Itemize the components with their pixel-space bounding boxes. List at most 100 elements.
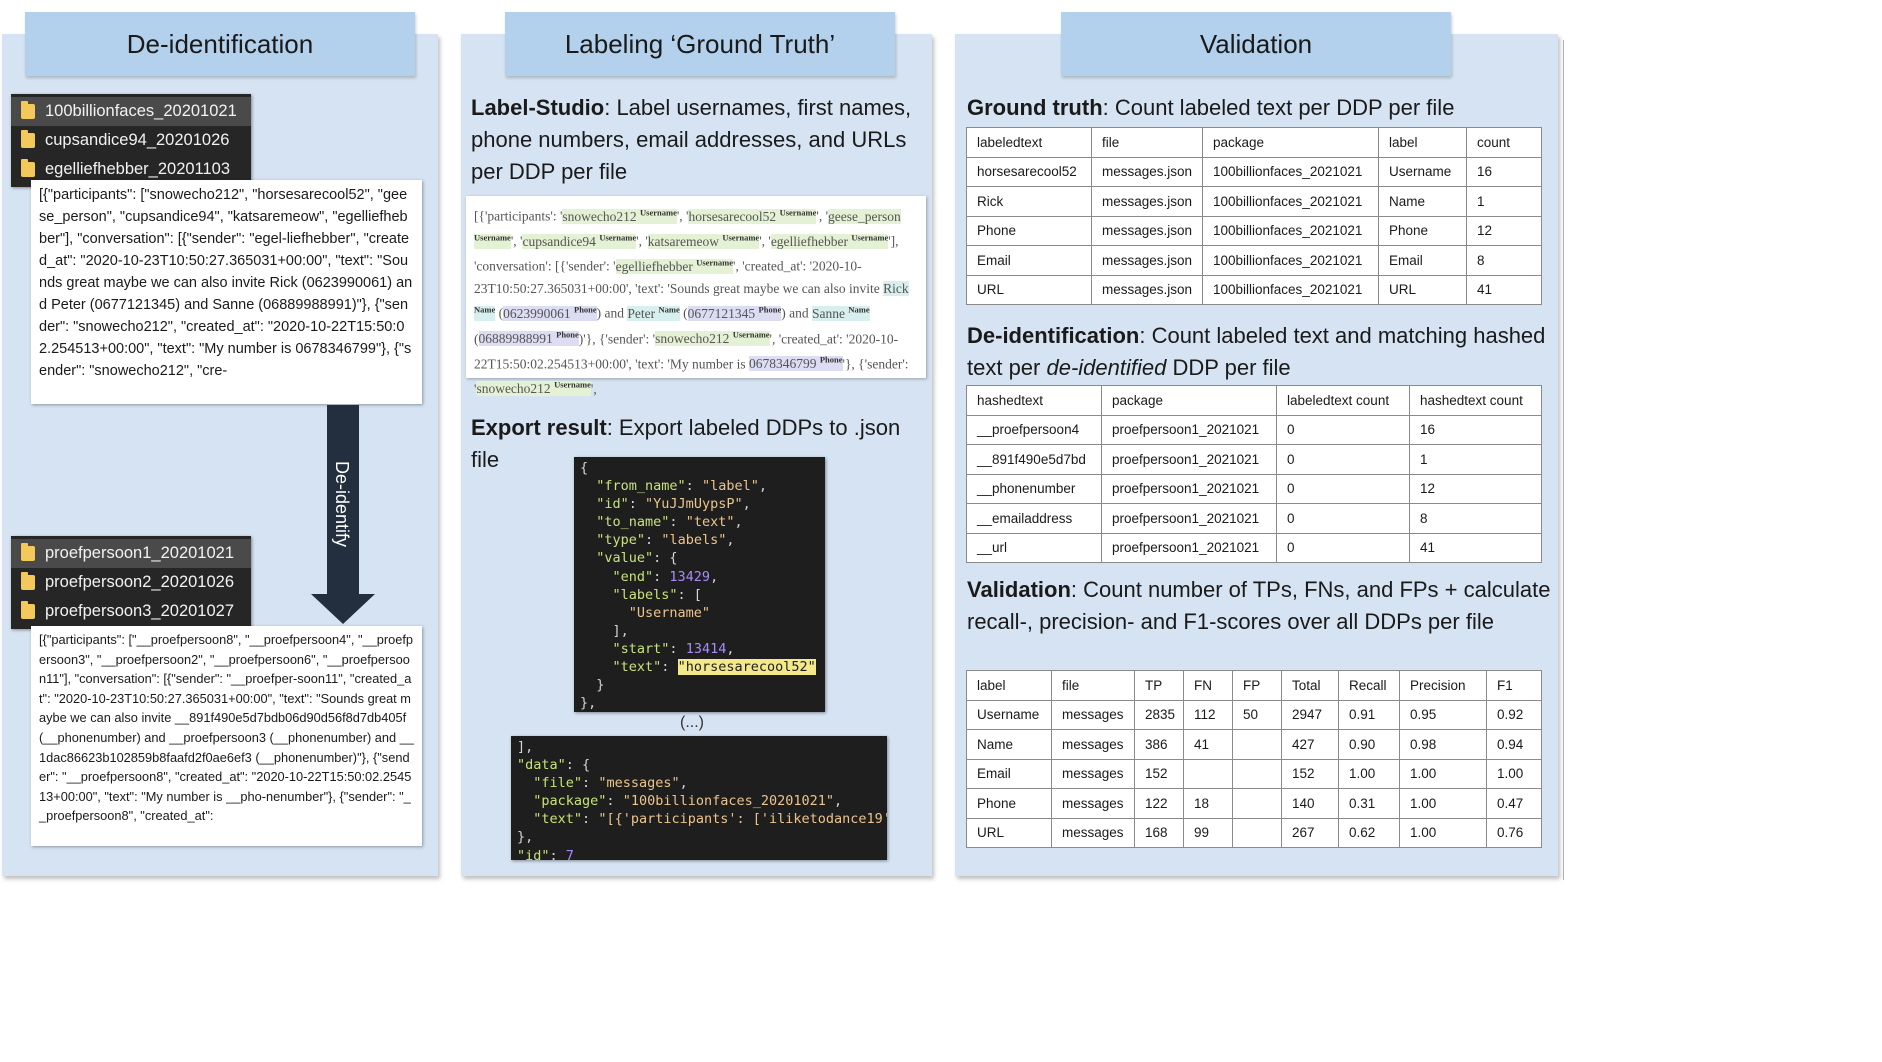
folder-item[interactable]: 100billionfaces_20201021 bbox=[11, 97, 251, 126]
table-cell: 100billionfaces_2021021 bbox=[1202, 186, 1379, 217]
table-cell: 0 bbox=[1276, 503, 1410, 534]
table-cell: 100billionfaces_2021021 bbox=[1202, 274, 1379, 305]
table-cell: Phone bbox=[1378, 215, 1467, 246]
table-cell: 99 bbox=[1183, 817, 1233, 848]
labeling-title: Labeling ‘Ground Truth’ bbox=[505, 12, 895, 76]
table-cell: 100billionfaces_2021021 bbox=[1202, 215, 1379, 246]
table-cell: messages.json bbox=[1091, 215, 1203, 246]
validation-heading: Validation bbox=[967, 577, 1071, 602]
folder-item[interactable]: cupsandice94_20201026 bbox=[11, 126, 251, 155]
table-header-cell: file bbox=[1091, 127, 1203, 158]
deidentification-title: De-identification bbox=[25, 12, 415, 76]
table-cell: 0 bbox=[1276, 414, 1410, 445]
table-cell: Username bbox=[966, 699, 1052, 730]
table-cell: __url bbox=[966, 532, 1102, 563]
table-row: __emailaddress proefpersoon1_2021021 0 8 bbox=[966, 503, 1542, 534]
folder-icon bbox=[21, 130, 35, 148]
folder-name: proefpersoon1_20201021 bbox=[45, 544, 235, 562]
deidentification-text-2: DDP per file bbox=[1166, 355, 1291, 380]
table-row: Username messages 2835 112 50 2947 0.91 0.95 0.9… bbox=[966, 699, 1542, 730]
table-cell: 112 bbox=[1183, 699, 1233, 730]
table-cell: Email bbox=[1378, 245, 1467, 276]
table-cell: 16 bbox=[1466, 156, 1542, 187]
table-cell: 1.00 bbox=[1399, 758, 1487, 789]
ground-truth-text: : Count labeled text per DDP per file bbox=[1102, 95, 1455, 120]
table-cell bbox=[1183, 758, 1233, 789]
deidentification-validation-description: De-identification: Count labeled text an… bbox=[967, 320, 1552, 384]
validation-title: Validation bbox=[1061, 12, 1451, 76]
table-cell: 41 bbox=[1466, 274, 1542, 305]
deidentified-folder-list: proefpersoon1_20201021 proefpersoon2_202… bbox=[11, 536, 251, 629]
table-header-cell: label bbox=[1378, 127, 1467, 158]
table-cell: messages bbox=[1051, 699, 1135, 730]
table-cell: 0.62 bbox=[1338, 817, 1400, 848]
export-json-code-bottom: ], "data": { "file": "messages", "packag… bbox=[511, 736, 887, 860]
table-cell: messages bbox=[1051, 788, 1135, 819]
table-row: __phonenumber proefpersoon1_2021021 0 12 bbox=[966, 473, 1542, 504]
table-cell: 1.00 bbox=[1338, 758, 1400, 789]
table-cell: messages.json bbox=[1091, 274, 1203, 305]
table-header-cell: labeledtext bbox=[966, 127, 1092, 158]
table-cell: 50 bbox=[1232, 699, 1282, 730]
table-cell bbox=[1232, 788, 1282, 819]
export-heading: Export result bbox=[471, 415, 607, 440]
validation-scores-table: label file TP FN FP Total Recall Precisi… bbox=[966, 670, 1542, 848]
table-header-cell: label bbox=[966, 670, 1052, 701]
folder-item[interactable]: proefpersoon2_20201026 bbox=[11, 568, 251, 597]
table-cell: 0.76 bbox=[1486, 817, 1542, 848]
table-row: URL messages.json 100billionfaces_2021021 U… bbox=[966, 274, 1542, 305]
table-row: __891f490e5d7bd proefpersoon1_2021021 0 1 bbox=[966, 444, 1542, 475]
folder-item[interactable]: proefpersoon1_20201021 bbox=[11, 539, 251, 568]
table-cell: proefpersoon1_2021021 bbox=[1101, 444, 1277, 475]
ground-truth-description: Ground truth: Count labeled text per DDP… bbox=[967, 92, 1552, 124]
table-cell: 1.00 bbox=[1486, 758, 1542, 789]
table-cell: proefpersoon1_2021021 bbox=[1101, 473, 1277, 504]
table-cell: horsesarecool52 bbox=[966, 156, 1092, 187]
table-cell: 0 bbox=[1276, 473, 1410, 504]
table-cell: 0.90 bbox=[1338, 729, 1400, 760]
table-cell: 16 bbox=[1409, 414, 1542, 445]
folder-name: 100billionfaces_20201021 bbox=[45, 102, 237, 120]
table-cell: 12 bbox=[1409, 473, 1542, 504]
folder-name: proefpersoon2_20201026 bbox=[45, 573, 235, 591]
table-cell: 2947 bbox=[1281, 699, 1339, 730]
table-cell: 18 bbox=[1183, 788, 1233, 819]
folder-icon bbox=[21, 601, 35, 619]
code-ellipsis: (...) bbox=[680, 714, 704, 731]
table-cell: URL bbox=[1378, 274, 1467, 305]
ground-truth-table: labeledtext file package label count hor… bbox=[966, 127, 1542, 305]
folder-icon bbox=[21, 101, 35, 119]
table-row: Email messages.json 100billionfaces_202102… bbox=[966, 245, 1542, 276]
table-cell: URL bbox=[966, 274, 1092, 305]
table-cell: proefpersoon1_2021021 bbox=[1101, 503, 1277, 534]
table-cell: 267 bbox=[1281, 817, 1339, 848]
label-studio-heading: Label-Studio bbox=[471, 95, 605, 120]
table-cell: __emailaddress bbox=[966, 503, 1102, 534]
table-cell: 386 bbox=[1134, 729, 1184, 760]
validation-description: Validation: Count number of TPs, FNs, an… bbox=[967, 574, 1552, 638]
table-cell: messages.json bbox=[1091, 186, 1203, 217]
label-studio-description: Label-Studio: Label usernames, first nam… bbox=[471, 92, 923, 188]
folder-item[interactable]: proefpersoon3_20201027 bbox=[11, 597, 251, 626]
deidentification-heading: De-identification bbox=[967, 323, 1140, 348]
table-row: horsesarecool52 messages.json 100billionfa… bbox=[966, 156, 1542, 187]
table-cell: 12 bbox=[1466, 215, 1542, 246]
table-cell: Phone bbox=[966, 788, 1052, 819]
deidentification-text-italic: de-identified bbox=[1046, 355, 1167, 380]
table-row: Rick messages.json 100billionfaces_2021021… bbox=[966, 186, 1542, 217]
export-json-code-top: { "from_name": "label", "id": "YuJJmUyps… bbox=[574, 457, 825, 712]
table-header-cell: count bbox=[1466, 127, 1542, 158]
original-ddp-text: [{"participants": ["snowecho212", "horse… bbox=[31, 180, 422, 404]
table-row: URL messages 168 99 267 0.62 1.00 0.76 bbox=[966, 817, 1542, 848]
table-cell: URL bbox=[966, 817, 1052, 848]
table-header-cell: package bbox=[1101, 385, 1277, 416]
table-header-cell: file bbox=[1051, 670, 1135, 701]
table-cell: 152 bbox=[1281, 758, 1339, 789]
folder-icon bbox=[21, 572, 35, 590]
table-cell: Email bbox=[966, 245, 1092, 276]
table-cell: messages bbox=[1051, 817, 1135, 848]
table-header-row: labeledtext file package label count bbox=[966, 127, 1542, 158]
table-cell: 8 bbox=[1466, 245, 1542, 276]
table-cell bbox=[1232, 817, 1282, 848]
table-row: __url proefpersoon1_2021021 0 41 bbox=[966, 532, 1542, 563]
